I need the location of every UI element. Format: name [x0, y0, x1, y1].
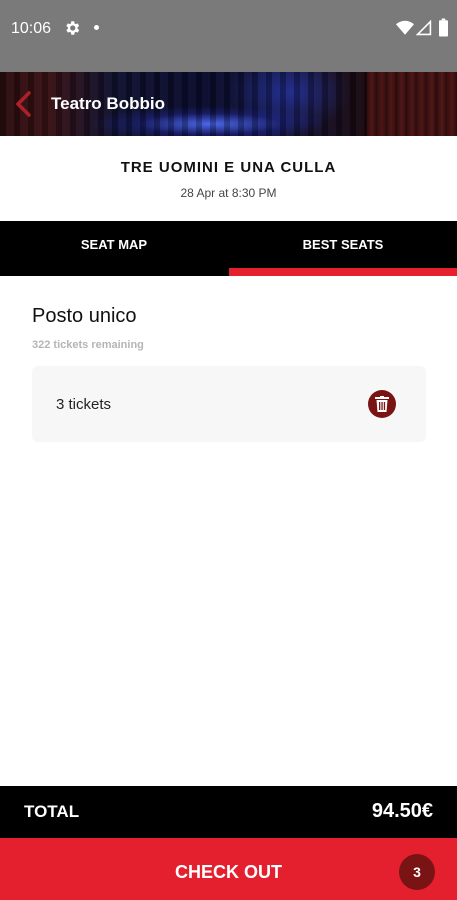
ticket-card: 3 tickets	[32, 366, 426, 442]
signal-icon	[416, 20, 432, 36]
tab-seat-map[interactable]: SEAT MAP	[0, 221, 228, 276]
ticket-count-label: 3 tickets	[56, 396, 112, 413]
venue-title: Teatro Bobbio	[51, 94, 165, 113]
section-title: Posto unico	[32, 305, 137, 327]
event-title: TRE UOMINI E UNA CULLA	[120, 159, 337, 176]
total-label: TOTAL	[24, 802, 80, 821]
wifi-icon	[396, 20, 414, 35]
checkout-button[interactable]: CHECK OUT 3	[0, 838, 457, 900]
total-bar: TOTAL 94.50€	[0, 786, 457, 838]
cart-count-badge: 3	[399, 854, 435, 890]
chevron-left-icon[interactable]	[10, 90, 38, 118]
event-date: 28 Apr at 8:30 PM	[180, 186, 277, 200]
total-value: 94.50€	[371, 800, 433, 822]
gear-icon	[66, 21, 80, 35]
trash-glyph	[375, 396, 389, 412]
status-bar: 10:06	[0, 0, 457, 72]
battery-icon	[439, 18, 448, 37]
dot-icon	[94, 25, 99, 30]
tickets-remaining: 322 tickets remaining	[32, 339, 144, 351]
trash-icon[interactable]	[368, 390, 396, 418]
hero-curtain	[367, 72, 457, 136]
status-time: 10:06	[11, 20, 52, 37]
checkout-label: CHECK OUT	[175, 862, 282, 882]
venue-header: Teatro Bobbio	[0, 72, 457, 136]
active-tab-indicator	[229, 268, 457, 276]
